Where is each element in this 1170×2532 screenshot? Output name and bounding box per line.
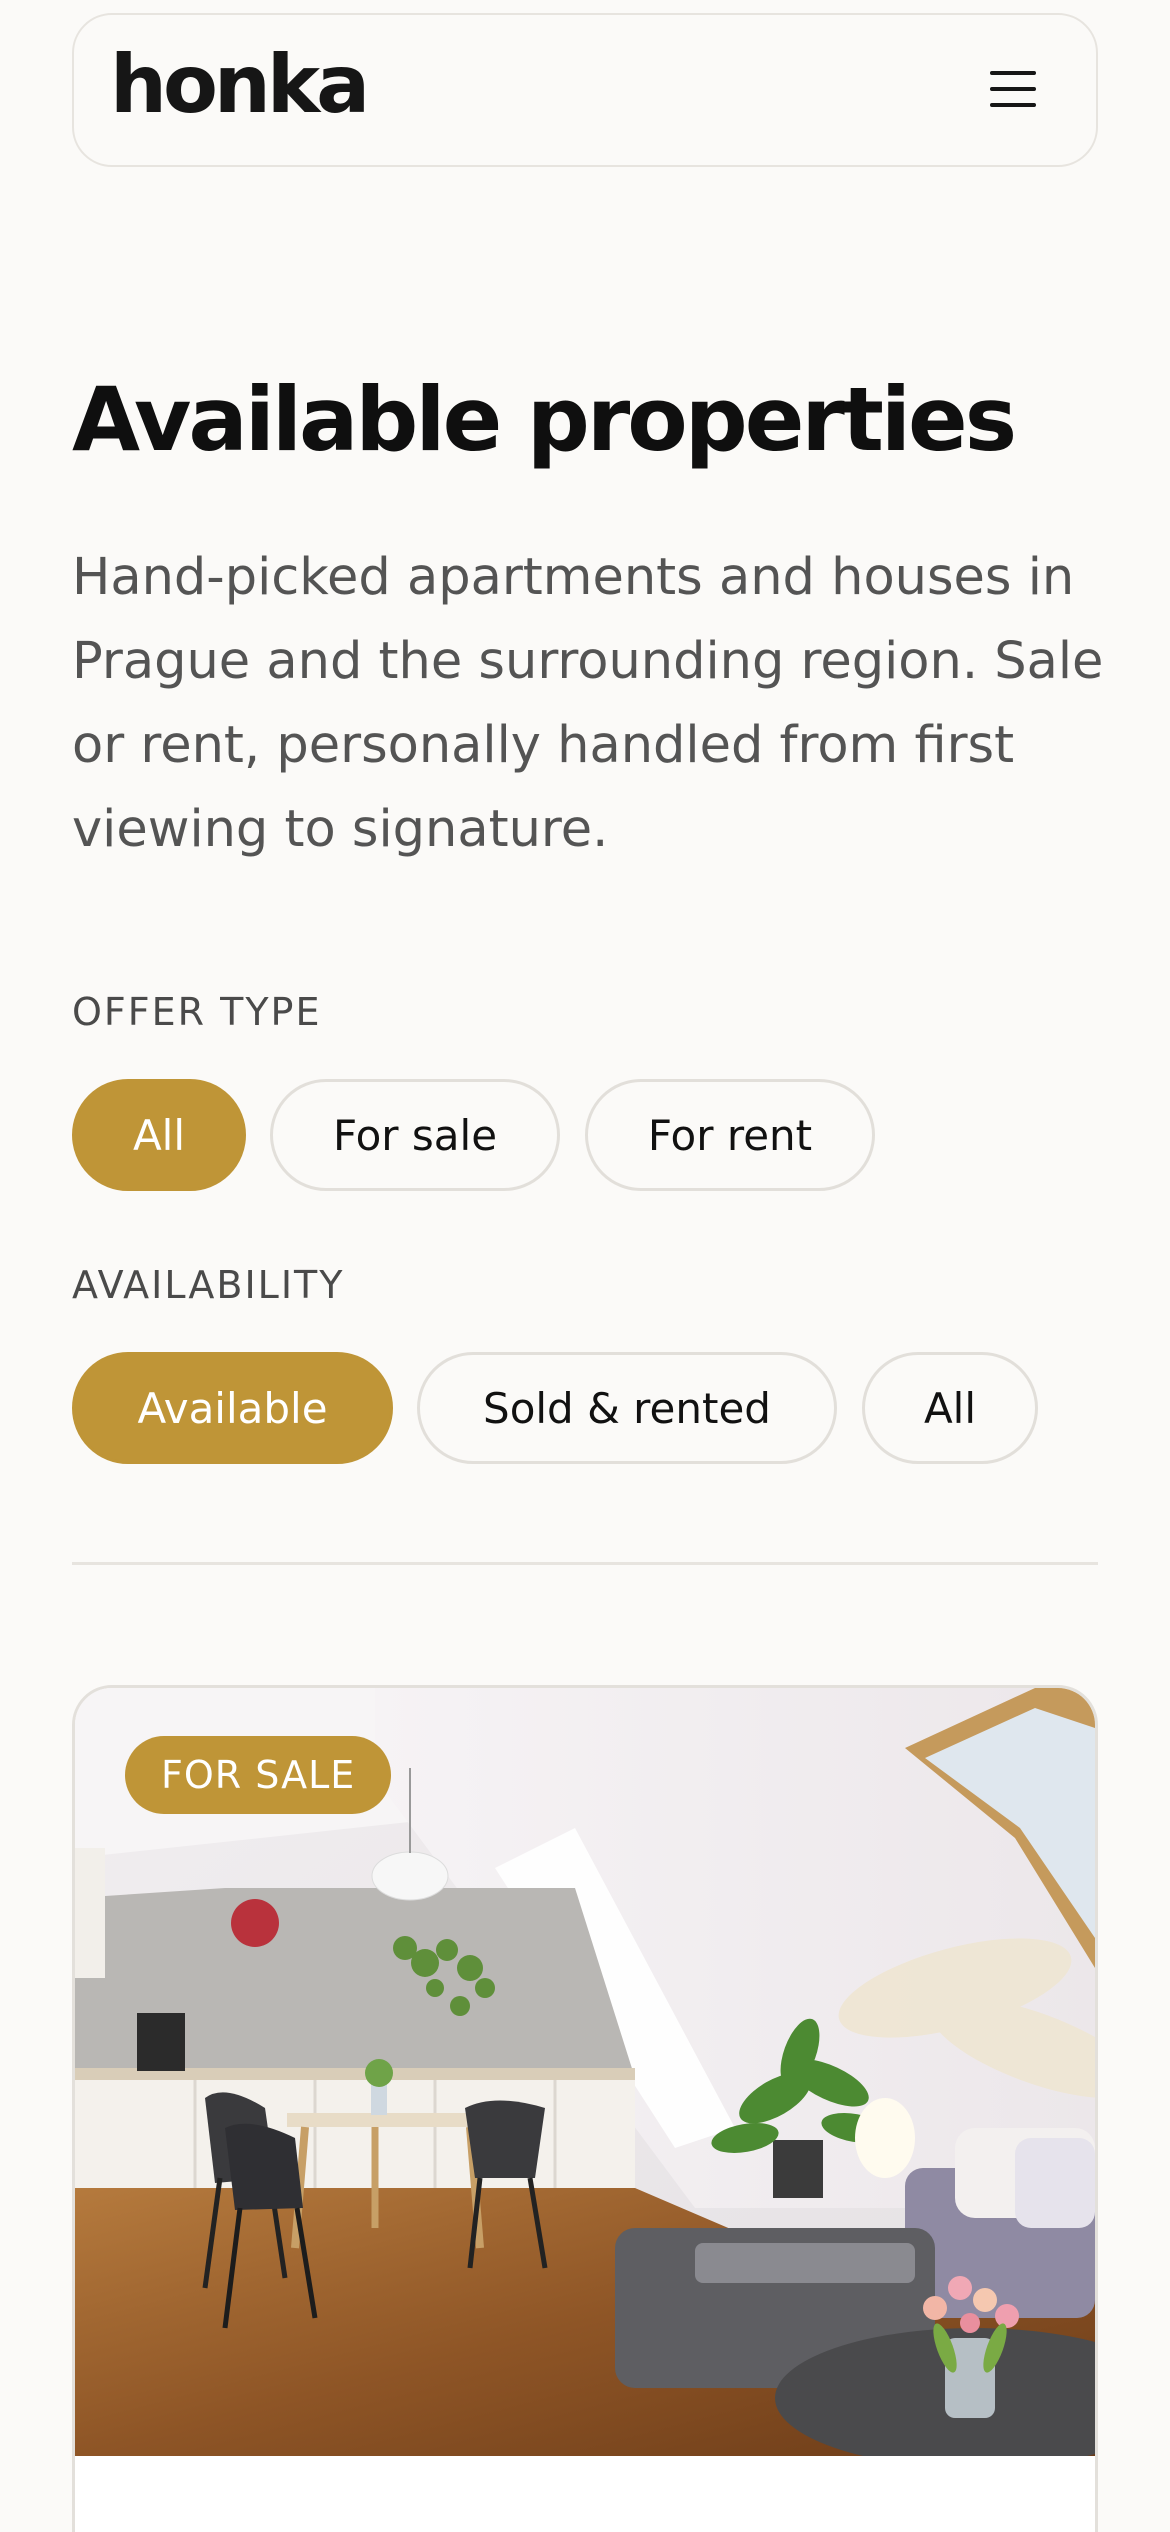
section-divider — [72, 1562, 1098, 1565]
property-photo[interactable]: FOR SALE — [75, 1688, 1095, 2456]
hamburger-menu-icon[interactable] — [990, 69, 1036, 109]
offer-type-for-sale-chip[interactable]: For sale — [270, 1079, 560, 1191]
page-title: Available properties — [72, 368, 1017, 471]
menu-line — [990, 103, 1036, 107]
page: honka Available properties Hand-picked a… — [0, 0, 1170, 2532]
availability-sold-rented-chip[interactable]: Sold & rented — [417, 1352, 837, 1464]
page-intro: Hand-picked apartments and houses in Pra… — [72, 548, 1104, 859]
offer-type-label: OFFER TYPE — [72, 990, 322, 1034]
availability-label: AVAILABILITY — [72, 1263, 345, 1307]
offer-type-for-rent-chip[interactable]: For rent — [585, 1079, 875, 1191]
site-header: honka — [72, 13, 1098, 167]
property-card[interactable]: FOR SALE — [72, 1685, 1098, 2532]
menu-line — [990, 87, 1036, 91]
availability-available-chip[interactable]: Available — [72, 1352, 393, 1464]
availability-all-chip[interactable]: All — [862, 1352, 1038, 1464]
honka-logo[interactable]: honka — [110, 45, 370, 125]
for-sale-badge: FOR SALE — [125, 1736, 392, 1814]
menu-line — [990, 71, 1036, 75]
offer-type-all-chip[interactable]: All — [72, 1079, 246, 1191]
